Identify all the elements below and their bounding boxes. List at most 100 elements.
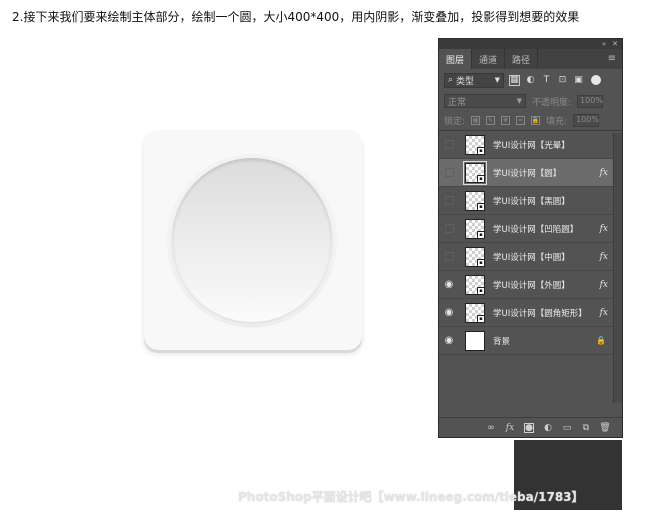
lock-row: 锁定: ▦ ✎ ✥ ⌗ 🔒 填充: 100%: [439, 111, 622, 131]
new-group-icon[interactable]: ▭: [562, 423, 572, 433]
layer-name: 学UI设计网【外圆】: [493, 280, 570, 291]
layer-thumbnail: ▪: [463, 160, 487, 185]
tab-layers[interactable]: 图层: [439, 49, 473, 69]
delete-layer-icon[interactable]: 🗑: [599, 423, 610, 433]
rounded-rect-artwork: [144, 130, 362, 350]
visibility-toggle[interactable]: [439, 140, 459, 149]
pixel-filter-icon[interactable]: ▦: [509, 74, 520, 86]
layer-row-circle[interactable]: ▪ 学UI设计网【圆】 fx ⌄: [439, 159, 622, 187]
layer-thumbnail: ▪: [465, 246, 485, 267]
visibility-toggle[interactable]: ◉: [439, 307, 459, 318]
watermark: PhotoShop平面设计吧【www.lineeg.com/tieba/1783…: [238, 490, 584, 504]
type-filter-icon[interactable]: T: [541, 75, 552, 86]
panel-titlebar: « ✕: [439, 39, 622, 49]
panel-bottom-toolbar: ∞ fx ● ◐ ▭ ⧉ 🗑: [439, 417, 622, 437]
smart-object-icon: ▪: [477, 230, 485, 239]
visibility-toggle[interactable]: ◉: [439, 335, 459, 346]
lock-position-icon[interactable]: ✥: [501, 116, 511, 125]
layer-thumbnail: ▪: [465, 190, 485, 211]
eye-icon: ◉: [444, 279, 454, 290]
layer-row-outer-circle[interactable]: ◉ ▪ 学UI设计网【外圆】 fx ⌄: [439, 271, 622, 299]
blend-mode-select[interactable]: 正常 ▼: [444, 94, 526, 108]
smart-object-icon: ▪: [477, 286, 485, 295]
smart-object-icon: ▪: [477, 314, 485, 323]
lock-label: 锁定:: [444, 117, 466, 127]
layer-thumbnail: [465, 330, 485, 351]
filter-row: ⌕ 类型 ▼ ▦ ◐ T ⊡ ▣: [439, 69, 622, 91]
layers-scrollbar[interactable]: [613, 133, 622, 403]
visibility-off-box: [444, 140, 454, 149]
visibility-toggle[interactable]: [439, 224, 459, 233]
eye-icon: ◉: [444, 307, 454, 318]
lock-pixels-icon[interactable]: ✎: [486, 116, 496, 125]
panel-menu-icon[interactable]: ≡: [608, 53, 616, 64]
visibility-off-box: [444, 224, 454, 233]
add-mask-icon[interactable]: ●: [524, 422, 534, 433]
smart-object-icon: ▪: [477, 202, 485, 211]
adjustment-layer-icon[interactable]: ◐: [543, 423, 553, 433]
opacity-field[interactable]: 100%: [577, 94, 604, 108]
fx-badge[interactable]: fx: [600, 280, 608, 290]
new-layer-icon[interactable]: ⧉: [581, 423, 591, 433]
gradient-circle-artwork: [172, 158, 332, 322]
tab-channels[interactable]: 通道: [472, 49, 506, 69]
close-icon[interactable]: ✕: [612, 40, 618, 48]
fx-badge[interactable]: fx: [600, 252, 608, 262]
panel-tabs: 图层 通道 路径 ≡: [439, 49, 622, 69]
layer-name: 学UI设计网【圆】: [493, 168, 562, 179]
opacity-label: 不透明度:: [532, 97, 572, 108]
layer-name: 学UI设计网【光晕】: [493, 140, 570, 151]
visibility-off-box: [444, 168, 454, 177]
chevron-down-icon: ▼: [494, 76, 500, 84]
fx-badge[interactable]: fx: [600, 308, 608, 318]
visibility-off-box: [444, 196, 454, 205]
adjustment-filter-icon[interactable]: ◐: [525, 75, 536, 86]
filter-toggle[interactable]: [591, 75, 601, 85]
collapse-icon[interactable]: «: [602, 40, 606, 48]
lock-artboard-icon[interactable]: ⌗: [516, 116, 526, 125]
layer-thumbnail: ▪: [465, 302, 485, 323]
visibility-toggle[interactable]: [439, 252, 459, 261]
smart-object-icon: ▪: [477, 146, 485, 155]
layer-row-sunken-circle[interactable]: ▪ 学UI设计网【凹陷圆】 fx ⌄: [439, 215, 622, 243]
layer-name: 学UI设计网【圆角矩形】: [493, 308, 587, 319]
layer-name: 学UI设计网【中圆】: [493, 252, 570, 263]
layer-thumbnail: ▪: [465, 274, 485, 295]
visibility-toggle[interactable]: ◉: [439, 279, 459, 290]
layer-row-middle-circle[interactable]: ▪ 学UI设计网【中圆】 fx ⌄: [439, 243, 622, 271]
lock-transparent-icon[interactable]: ▦: [471, 116, 481, 125]
layer-list: ▪ 学UI设计网【光晕】 ▪ 学UI设计网【圆】 fx ⌄ ▪ 学UI设计网【黑…: [439, 131, 622, 355]
filter-type-select[interactable]: ⌕ 类型 ▼: [444, 72, 504, 88]
layer-name: 背景: [493, 336, 511, 347]
layer-name: 学UI设计网【凹陷圆】: [493, 224, 579, 235]
visibility-toggle[interactable]: [439, 196, 459, 205]
visibility-off-box: [444, 252, 454, 261]
shape-filter-icon[interactable]: ⊡: [557, 75, 568, 86]
search-icon: ⌕: [448, 75, 454, 85]
eye-icon: ◉: [444, 335, 454, 346]
fx-badge[interactable]: fx: [600, 224, 608, 234]
link-layers-icon[interactable]: ∞: [486, 423, 496, 433]
fill-field[interactable]: 100%: [573, 114, 600, 127]
visibility-toggle[interactable]: [439, 168, 459, 177]
add-style-icon[interactable]: fx: [505, 423, 515, 433]
layer-row-background[interactable]: ◉ 背景 🔒: [439, 327, 622, 355]
layer-row-black-circle[interactable]: ▪ 学UI设计网【黑圆】: [439, 187, 622, 215]
layer-thumbnail: ▪: [465, 134, 485, 155]
outer-circle-artwork: [168, 154, 336, 326]
lock-icon[interactable]: 🔒: [596, 336, 606, 345]
blend-row: 正常 ▼ 不透明度: 100%: [439, 91, 622, 111]
smart-object-filter-icon[interactable]: ▣: [573, 75, 584, 86]
step-instruction: 2.接下来我们要来绘制主体部分，绘制一个圆，大小400*400，用内阴影，渐变叠…: [12, 10, 580, 24]
layer-row-rounded-rect[interactable]: ◉ ▪ 学UI设计网【圆角矩形】 fx ⌄: [439, 299, 622, 327]
lock-all-icon[interactable]: 🔒: [531, 116, 541, 125]
tab-paths[interactable]: 路径: [505, 49, 539, 69]
smart-object-icon: ▪: [477, 258, 485, 267]
chevron-down-icon: ▼: [516, 97, 522, 105]
layer-row-glow[interactable]: ▪ 学UI设计网【光晕】: [439, 131, 622, 159]
fill-label: 填充:: [546, 117, 568, 127]
layer-name: 学UI设计网【黑圆】: [493, 196, 570, 207]
smart-object-icon: ▪: [477, 174, 485, 183]
layers-panel: « ✕ 图层 通道 路径 ≡ ⌕ 类型 ▼ ▦ ◐ T ⊡ ▣ 正常 ▼ 不透明…: [438, 38, 623, 438]
fx-badge[interactable]: fx: [600, 168, 608, 178]
